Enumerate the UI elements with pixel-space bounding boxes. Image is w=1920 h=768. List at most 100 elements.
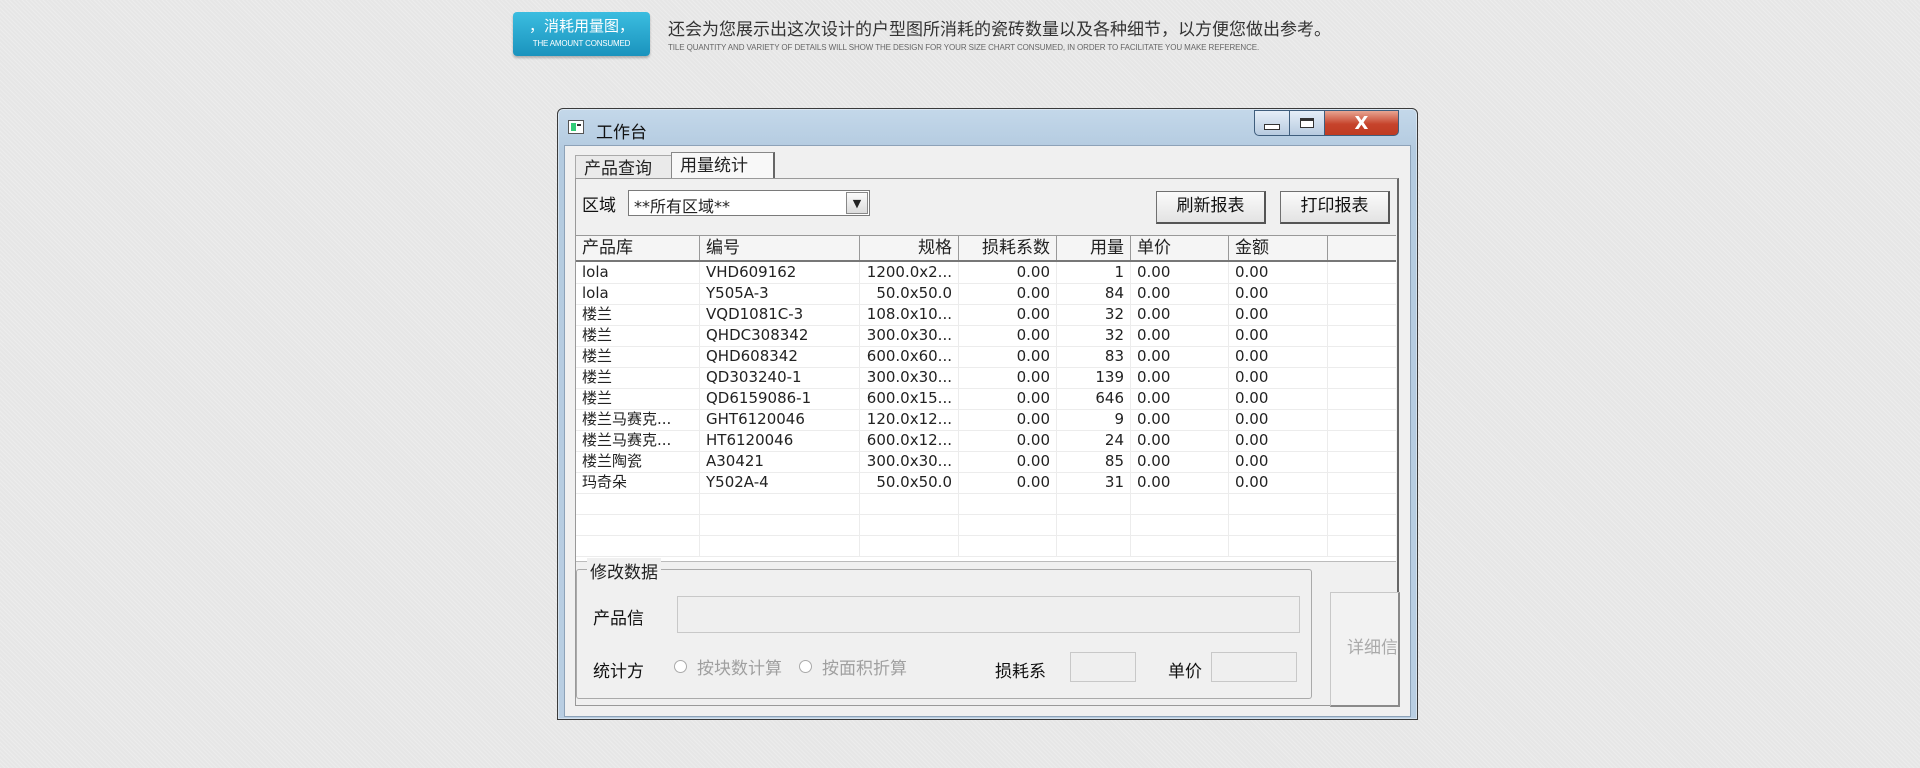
table-cell: Y502A-4 (700, 472, 860, 493)
minimize-icon (1264, 124, 1280, 130)
table-cell: 0.00 (959, 346, 1057, 367)
title-bar[interactable]: 工作台 X (558, 109, 1417, 143)
table-cell: 83 (1057, 346, 1131, 367)
table-cell: GHT6120046 (700, 409, 860, 430)
table-row[interactable]: 楼兰马赛克... GHT6120046 120.0x12... 0.00 9 0.00 0.… (576, 409, 1396, 431)
minimize-button[interactable] (1254, 110, 1290, 136)
table-row[interactable]: 玛奇朵 Y502A-4 50.0x50.0 0.00 31 0.00 0.00 (576, 472, 1396, 494)
table-row[interactable]: lola VHD609162 1200.0x2... 0.00 1 0.00 0.00 (576, 262, 1396, 284)
table-row[interactable]: 楼兰 QD303240-1 300.0x30... 0.00 139 0.00 0.00 (576, 367, 1396, 389)
table-header: 产品库 编号 规格 损耗系数 用量 单价 金额 (576, 236, 1396, 262)
table-cell: 0.00 (959, 451, 1057, 472)
table-cell: 32 (1057, 304, 1131, 325)
table-row[interactable]: 楼兰 QD6159086-1 600.0x15... 0.00 646 0.00 0.00 (576, 388, 1396, 410)
unit-price-field[interactable] (1211, 652, 1297, 682)
table-cell: 300.0x30... (860, 451, 959, 472)
banner-description: 还会为您展示出这次设计的户型图所消耗的瓷砖数量以及各种细节，以方便您做出参考。 (668, 20, 1331, 40)
usage-table[interactable]: 产品库 编号 规格 损耗系数 用量 单价 金额 lola VHD609162 120… (576, 235, 1396, 562)
tab-usage-statistics[interactable]: 用量统计 (671, 152, 775, 178)
refresh-report-button[interactable]: 刷新报表 (1156, 191, 1266, 224)
table-cell: QD6159086-1 (700, 388, 860, 409)
table-row[interactable]: 楼兰马赛克... HT6120046 600.0x12... 0.00 24 0.00 0.… (576, 430, 1396, 452)
column-header[interactable]: 编号 (700, 236, 860, 260)
table-cell: 600.0x12... (860, 430, 959, 451)
table-cell-empty (1328, 514, 1396, 535)
table-cell: 0.00 (959, 283, 1057, 304)
table-cell: 0.00 (959, 388, 1057, 409)
table-cell: 0.00 (1131, 346, 1229, 367)
table-cell: 0.00 (1131, 367, 1229, 388)
table-row[interactable]: lola Y505A-3 50.0x50.0 0.00 84 0.00 0.00 (576, 283, 1396, 305)
table-cell: 0.00 (1229, 430, 1328, 451)
table-cell (700, 493, 860, 514)
column-header[interactable]: 金额 (1229, 236, 1328, 260)
radio-by-area[interactable] (799, 660, 812, 673)
close-button[interactable]: X (1324, 110, 1399, 136)
table-row[interactable] (576, 535, 1396, 557)
column-header[interactable]: 用量 (1057, 236, 1131, 260)
table-cell: 0.00 (1131, 325, 1229, 346)
table-cell-empty (1328, 409, 1396, 430)
detail-info-label: 详细信 (1347, 638, 1398, 658)
table-cell (959, 535, 1057, 556)
table-cell-empty (1328, 472, 1396, 493)
radio-by-area-label[interactable]: 按面积折算 (822, 654, 907, 679)
table-cell: 楼兰马赛克... (576, 409, 700, 430)
table-row[interactable]: 楼兰 QHD608342 600.0x60... 0.00 83 0.00 0.00 (576, 346, 1396, 368)
banner-badge-subtitle: THE AMOUNT CONSUMED (532, 39, 631, 48)
table-row[interactable]: 楼兰 QHDC308342 300.0x30... 0.00 32 0.00 0.00 (576, 325, 1396, 347)
window-app-icon (568, 120, 584, 134)
table-cell-empty (1328, 262, 1396, 283)
table-cell: 0.00 (1131, 472, 1229, 493)
table-cell: lola (576, 262, 700, 283)
table-cell (1229, 514, 1328, 535)
table-cell (1057, 535, 1131, 556)
column-header[interactable]: 规格 (860, 236, 959, 260)
table-cell (860, 535, 959, 556)
maximize-button[interactable] (1289, 110, 1325, 136)
table-cell (1131, 535, 1229, 556)
table-cell (1057, 493, 1131, 514)
product-info-label: 产品信 (593, 609, 644, 629)
table-cell: 9 (1057, 409, 1131, 430)
table-cell: Y505A-3 (700, 283, 860, 304)
table-row[interactable] (576, 493, 1396, 515)
table-cell: QD303240-1 (700, 367, 860, 388)
column-header[interactable]: 单价 (1131, 236, 1229, 260)
column-header-empty (1328, 236, 1396, 260)
radio-by-block[interactable] (674, 660, 687, 673)
table-cell: 0.00 (1229, 451, 1328, 472)
print-report-button[interactable]: 打印报表 (1280, 191, 1390, 224)
column-header[interactable]: 损耗系数 (959, 236, 1057, 260)
table-cell: 85 (1057, 451, 1131, 472)
workbench-window: 工作台 X 产品查询 用量统计 区域 **所有区域** ▼ 刷新报表 打印报表 … (557, 108, 1418, 720)
table-cell: 0.00 (959, 430, 1057, 451)
stat-method-label: 统计方 (593, 662, 644, 682)
window-title: 工作台 (596, 123, 647, 143)
product-info-field[interactable] (677, 596, 1300, 633)
radio-by-block-label[interactable]: 按块数计算 (697, 654, 782, 679)
chevron-down-icon[interactable]: ▼ (846, 192, 868, 214)
close-icon: X (1354, 112, 1369, 134)
region-select[interactable]: **所有区域** ▼ (628, 190, 870, 216)
loss-coefficient-field[interactable] (1070, 652, 1136, 682)
table-cell: 0.00 (1229, 262, 1328, 283)
detail-info-button[interactable]: 详细信 (1330, 592, 1400, 707)
table-row[interactable]: 楼兰 VQD1081C-3 108.0x10... 0.00 32 0.00 0.00 (576, 304, 1396, 326)
table-cell: 600.0x15... (860, 388, 959, 409)
table-cell (860, 514, 959, 535)
table-row[interactable]: 楼兰陶瓷 A30421 300.0x30... 0.00 85 0.00 0.00 (576, 451, 1396, 473)
table-cell: 0.00 (1229, 325, 1328, 346)
table-cell: 楼兰 (576, 388, 700, 409)
column-header[interactable]: 产品库 (576, 236, 700, 260)
banner-badge-title: ，消耗用量图， (528, 17, 634, 35)
region-label: 区域 (582, 196, 616, 216)
table-cell: 0.00 (1229, 367, 1328, 388)
table-cell: 0.00 (1229, 472, 1328, 493)
table-cell (1057, 514, 1131, 535)
table-cell-empty (1328, 346, 1396, 367)
modify-data-title: 修改数据 (587, 558, 661, 583)
tab-product-query[interactable]: 产品查询 (575, 155, 685, 179)
table-row[interactable] (576, 514, 1396, 536)
table-cell (576, 514, 700, 535)
